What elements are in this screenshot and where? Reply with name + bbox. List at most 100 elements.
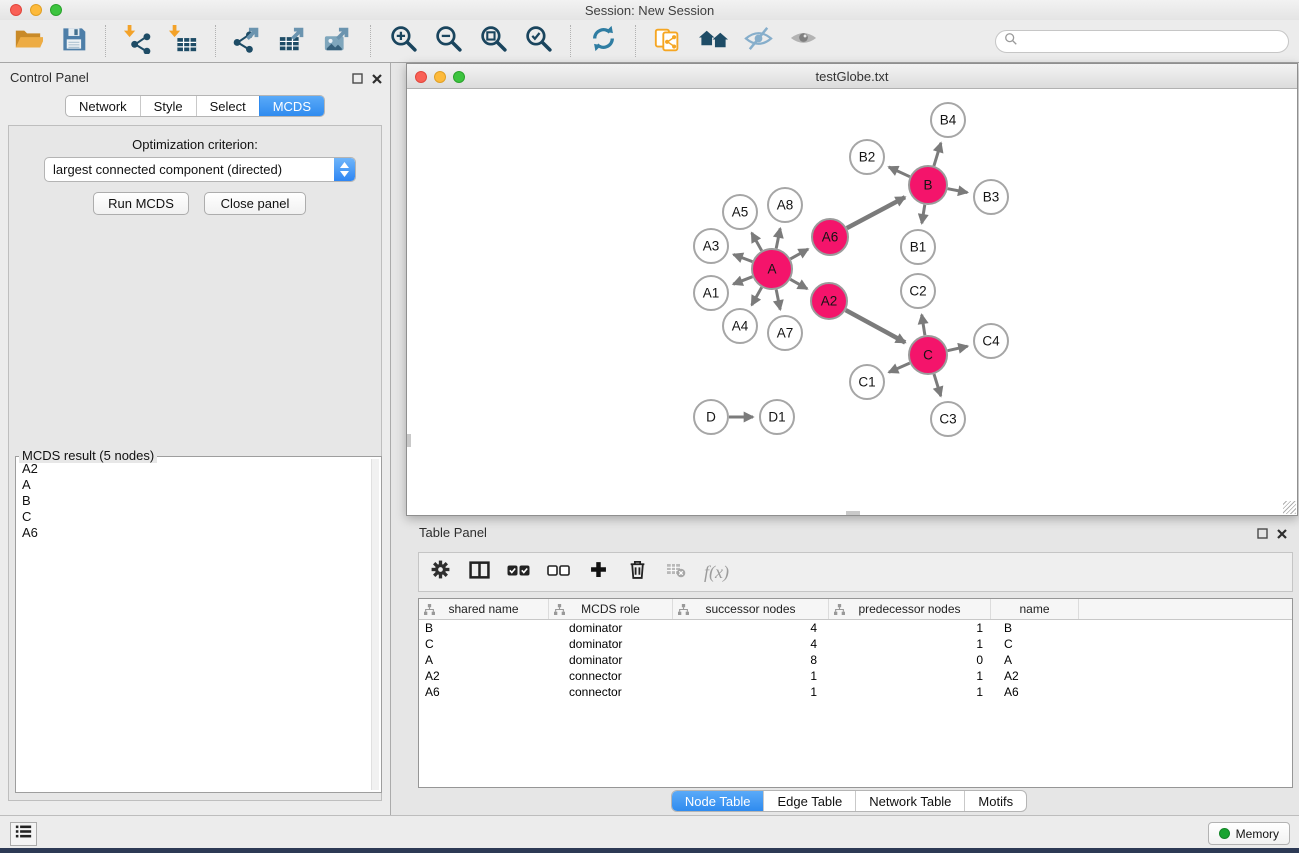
table-row-A6[interactable]: A6connector11A6 — [419, 684, 1292, 700]
export-image-button[interactable] — [320, 23, 356, 59]
edge-A2-C[interactable] — [846, 310, 906, 342]
cell[interactable]: B — [991, 620, 1079, 636]
result-scrollbar[interactable] — [371, 459, 379, 790]
criterion-select[interactable]: largest connected component (directed) — [44, 157, 356, 182]
run-mcds-button[interactable]: Run MCDS — [93, 192, 189, 215]
tab-edge-table[interactable]: Edge Table — [763, 791, 855, 811]
edge-A-A3[interactable] — [734, 255, 753, 262]
show-column-button[interactable] — [468, 560, 490, 584]
table-settings-button[interactable] — [429, 560, 451, 584]
cell[interactable]: dominator — [549, 636, 673, 652]
add-row-button[interactable] — [587, 560, 609, 584]
tab-network-table[interactable]: Network Table — [855, 791, 964, 811]
cell[interactable]: C — [419, 636, 549, 652]
cell[interactable]: A — [991, 652, 1079, 668]
column-header-shared-name[interactable]: shared name — [419, 599, 549, 619]
function-builder-button[interactable]: f(x) — [704, 560, 729, 584]
cell[interactable]: connector — [549, 668, 673, 684]
deselect-all-button[interactable] — [547, 560, 570, 584]
apply-layout-button[interactable] — [585, 23, 621, 59]
close-panel-button[interactable]: Close panel — [204, 192, 306, 215]
tab-select[interactable]: Select — [196, 96, 259, 116]
cell[interactable]: 1 — [829, 620, 991, 636]
cell[interactable]: 1 — [829, 636, 991, 652]
column-header-predecessor-nodes[interactable]: predecessor nodes — [829, 599, 991, 619]
hide-selected-button[interactable] — [740, 23, 776, 59]
zoom-selected-button[interactable] — [520, 23, 556, 59]
result-item[interactable]: A2 — [18, 461, 369, 477]
column-header-successor-nodes[interactable]: successor nodes — [673, 599, 829, 619]
table-row-B[interactable]: Bdominator41B — [419, 620, 1292, 636]
edge-A-A4[interactable] — [752, 287, 762, 305]
memory-button[interactable]: Memory — [1208, 822, 1290, 845]
cell[interactable]: A — [419, 652, 549, 668]
zoom-in-button[interactable] — [385, 23, 421, 59]
edge-A-A5[interactable] — [752, 233, 762, 251]
cell[interactable]: A6 — [419, 684, 549, 700]
delete-row-button[interactable] — [626, 560, 648, 584]
tab-style[interactable]: Style — [140, 96, 196, 116]
cell[interactable]: dominator — [549, 652, 673, 668]
export-table-button[interactable] — [275, 23, 311, 59]
cell[interactable]: B — [419, 620, 549, 636]
cell[interactable]: 0 — [829, 652, 991, 668]
show-graphics-details-button[interactable] — [785, 23, 821, 59]
result-item[interactable]: A — [18, 477, 369, 493]
cell[interactable]: 4 — [673, 620, 829, 636]
export-network-button[interactable] — [230, 23, 266, 59]
open-session-button[interactable] — [10, 23, 46, 59]
result-item[interactable]: B — [18, 493, 369, 509]
task-history-button[interactable] — [10, 822, 37, 846]
import-network-button[interactable] — [120, 23, 156, 59]
edge-A-A8[interactable] — [776, 229, 780, 249]
column-header-name[interactable]: name — [991, 599, 1079, 619]
table-row-C[interactable]: Cdominator41C — [419, 636, 1292, 652]
edge-A-A1[interactable] — [733, 277, 752, 285]
zoom-fit-button[interactable] — [475, 23, 511, 59]
resize-grip[interactable] — [1283, 501, 1296, 514]
edge-C-C4[interactable] — [948, 346, 968, 351]
cell[interactable]: connector — [549, 684, 673, 700]
cell[interactable]: A2 — [991, 668, 1079, 684]
cell[interactable]: 1 — [829, 668, 991, 684]
mcds-result-list[interactable]: A2ABCA6 — [18, 461, 369, 790]
result-item[interactable]: A6 — [18, 525, 369, 541]
cell[interactable]: C — [991, 636, 1079, 652]
table-row-A2[interactable]: A2connector11A2 — [419, 668, 1292, 684]
edge-B-B1[interactable] — [922, 205, 925, 224]
edge-A-A7[interactable] — [776, 290, 780, 310]
column-header-mcds-role[interactable]: MCDS role — [549, 599, 673, 619]
edge-C-C3[interactable] — [934, 374, 941, 396]
table-row-A[interactable]: Adominator80A — [419, 652, 1292, 668]
edge-B-B2[interactable] — [889, 167, 910, 177]
zoom-out-button[interactable] — [430, 23, 466, 59]
import-table-button[interactable] — [165, 23, 201, 59]
edge-B-B4[interactable] — [934, 143, 941, 166]
new-network-from-selection-button[interactable] — [650, 23, 686, 59]
tab-network[interactable]: Network — [66, 96, 140, 116]
first-neighbors-button[interactable] — [695, 23, 731, 59]
select-all-button[interactable] — [507, 560, 530, 584]
result-item[interactable]: C — [18, 509, 369, 525]
float-panel-icon[interactable] — [1257, 526, 1268, 544]
edge-A-A6[interactable] — [790, 249, 808, 259]
cell[interactable]: 1 — [829, 684, 991, 700]
cell[interactable]: A2 — [419, 668, 549, 684]
cell[interactable]: 1 — [673, 668, 829, 684]
delete-table-button[interactable] — [665, 560, 687, 584]
cell[interactable]: 8 — [673, 652, 829, 668]
close-panel-icon[interactable] — [1277, 526, 1287, 544]
edge-A6-B[interactable] — [847, 197, 905, 228]
save-session-button[interactable] — [55, 23, 91, 59]
cell[interactable]: 4 — [673, 636, 829, 652]
close-panel-icon[interactable] — [372, 71, 382, 89]
edge-A-A2[interactable] — [790, 279, 807, 289]
cell[interactable]: 1 — [673, 684, 829, 700]
tab-node-table[interactable]: Node Table — [672, 791, 764, 811]
network-canvas[interactable]: AA1A2A3A4A5A6A7A8BB1B2B3B4CC1C2C3C4DD1 — [407, 89, 1297, 515]
session-search-field[interactable] — [995, 30, 1289, 53]
search-input[interactable] — [1022, 34, 1280, 49]
edge-C-C2[interactable] — [922, 315, 925, 336]
tab-motifs[interactable]: Motifs — [964, 791, 1026, 811]
edge-C-C1[interactable] — [889, 363, 910, 372]
